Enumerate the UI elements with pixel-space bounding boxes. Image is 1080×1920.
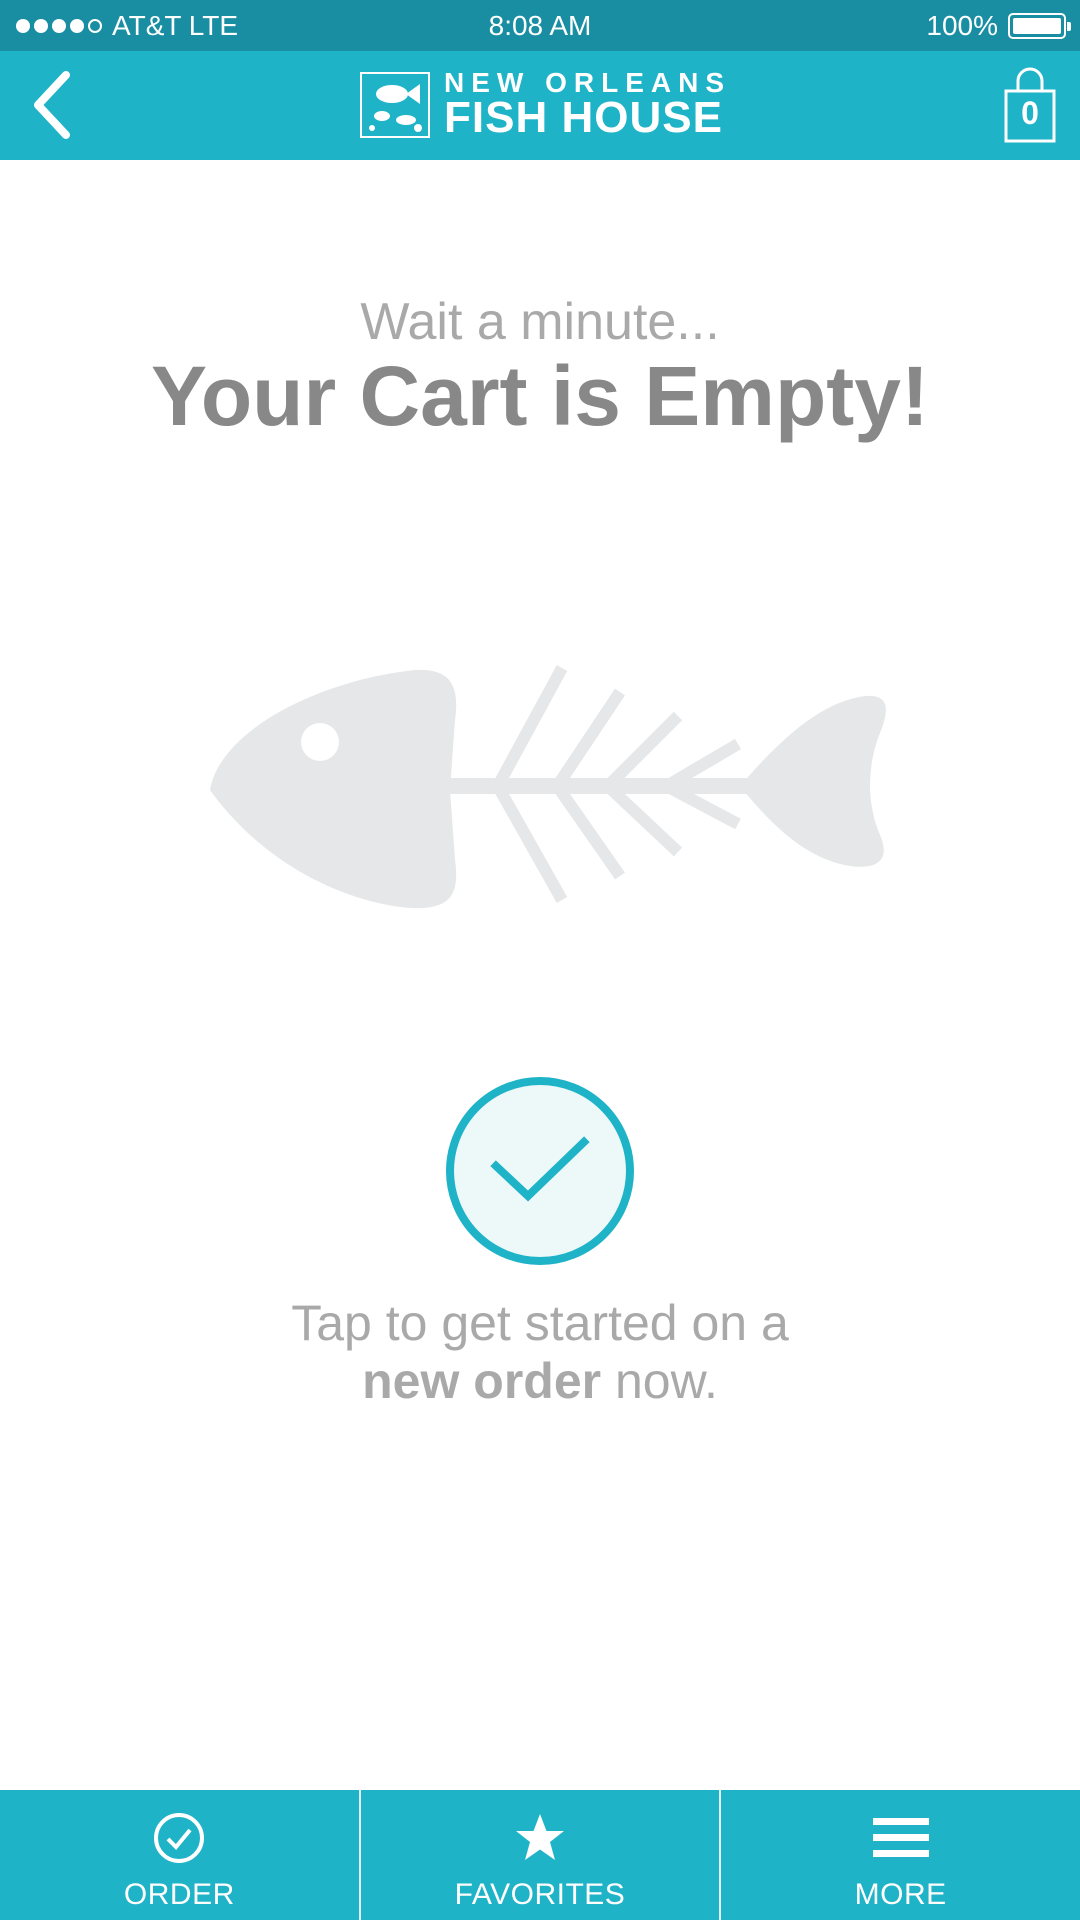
fish-skeleton-icon bbox=[210, 665, 886, 909]
tab-order-label: ORDER bbox=[123, 1878, 235, 1911]
cta-rest-text: now. bbox=[601, 1353, 718, 1409]
back-button[interactable] bbox=[22, 69, 82, 141]
cta-line-1: Tap to get started on a bbox=[291, 1295, 789, 1351]
menu-icon bbox=[872, 1810, 929, 1866]
logo-line-2: FISH HOUSE bbox=[444, 93, 723, 142]
status-time: 8:08 AM bbox=[488, 10, 592, 41]
cta-message: Tap to get started on a new order now. bbox=[0, 1294, 1080, 1410]
tab-more-label: MORE bbox=[854, 1878, 947, 1911]
tab-more[interactable]: MORE bbox=[719, 1790, 1080, 1920]
bottom-tab-bar: ORDER FAVORITES MORE bbox=[0, 1790, 1080, 1920]
empty-cart-subtitle: Wait a minute... bbox=[360, 293, 720, 351]
check-circle-icon bbox=[152, 1810, 206, 1866]
status-bar: AT&T LTE 8:08 AM 100% bbox=[0, 0, 1080, 51]
checkmark-icon bbox=[490, 1136, 590, 1202]
logo-text: NEW ORLEANS FISH HOUSE bbox=[444, 69, 731, 142]
tab-order[interactable]: ORDER bbox=[0, 1790, 359, 1920]
battery-icon bbox=[1008, 12, 1071, 39]
cta-line-2: new order now. bbox=[0, 1352, 1080, 1410]
cart-button[interactable]: 0 bbox=[1004, 67, 1056, 143]
star-icon bbox=[513, 1810, 567, 1866]
battery-fill bbox=[1013, 17, 1061, 34]
status-right: 100% bbox=[926, 0, 1071, 51]
tab-favorites[interactable]: FAVORITES bbox=[358, 1790, 720, 1920]
brand-logo: NEW ORLEANS FISH HOUSE bbox=[360, 69, 732, 142]
chevron-left-icon bbox=[34, 71, 70, 139]
tab-favorites-label: FAVORITES bbox=[454, 1878, 626, 1911]
cart-count-badge: 0 bbox=[1021, 95, 1039, 131]
logo-fish-emblem-icon bbox=[360, 72, 430, 138]
empty-cart-title: Your Cart is Empty! bbox=[151, 349, 929, 443]
cta-bold-text: new order bbox=[362, 1353, 602, 1409]
app-header: NEW ORLEANS FISH HOUSE 0 bbox=[0, 51, 1080, 160]
start-order-button[interactable] bbox=[446, 1077, 634, 1265]
battery-percent: 100% bbox=[926, 10, 998, 41]
